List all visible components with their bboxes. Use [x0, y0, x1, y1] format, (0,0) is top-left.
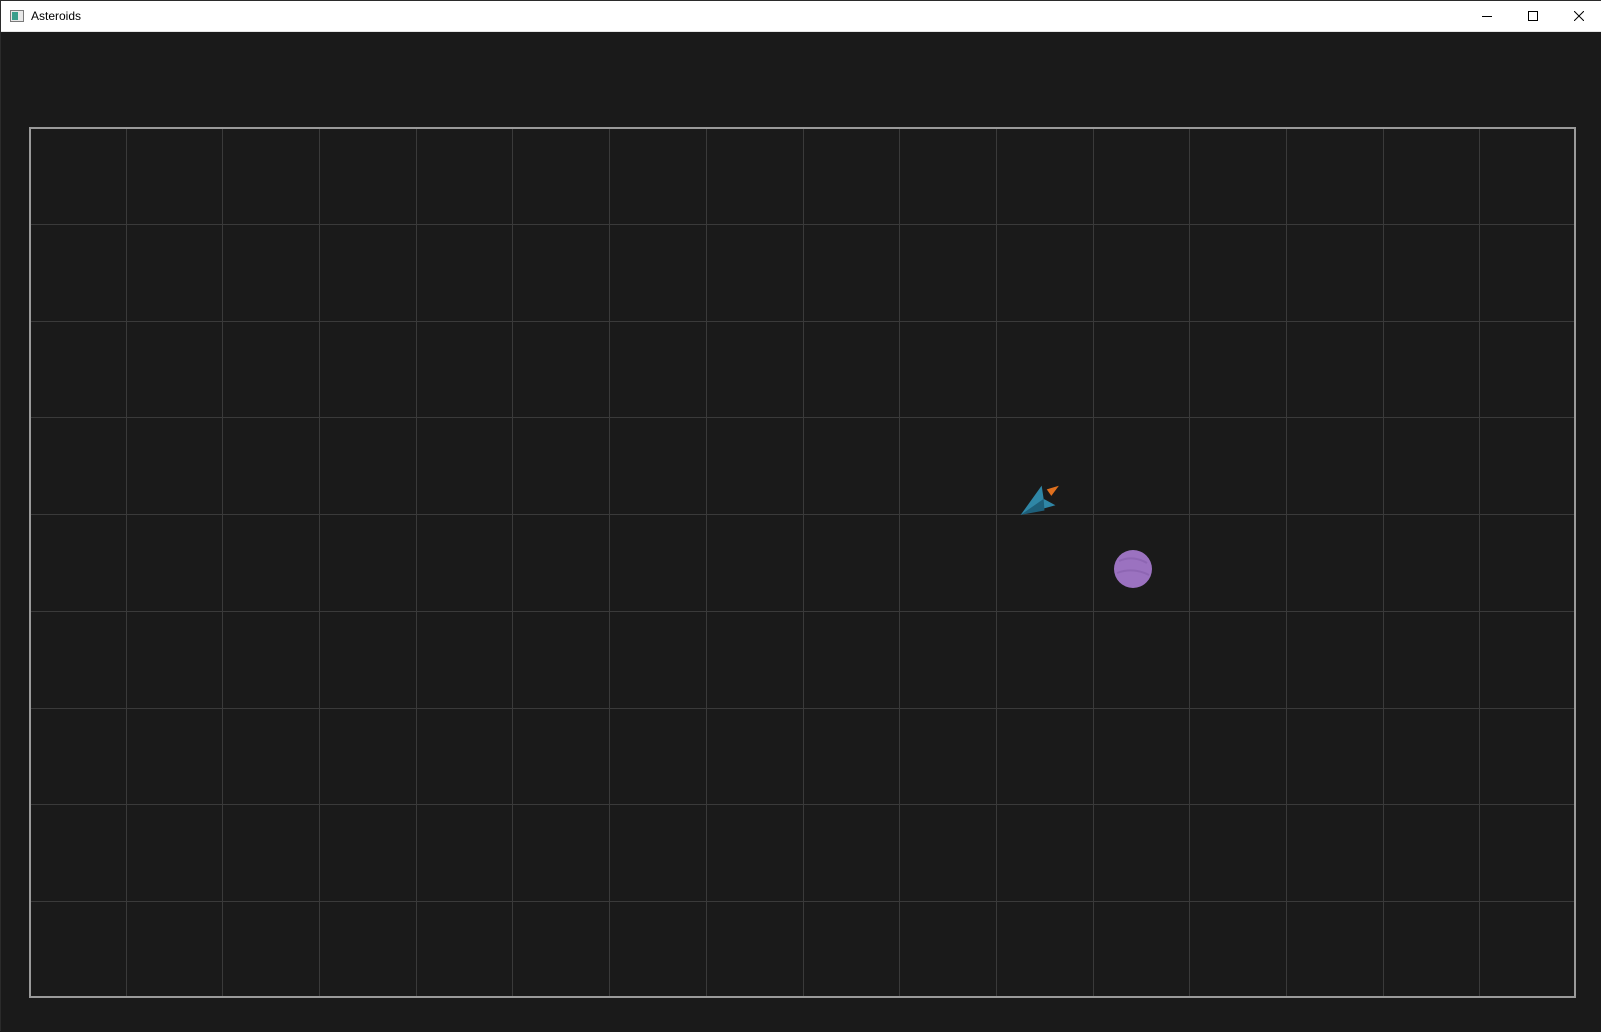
close-button[interactable] [1556, 1, 1601, 31]
maximize-icon [1528, 11, 1538, 21]
app-icon [10, 10, 24, 22]
title-bar[interactable]: Asteroids [1, 1, 1601, 32]
minimize-button[interactable] [1464, 1, 1510, 31]
window-title: Asteroids [31, 9, 82, 23]
playfield[interactable] [29, 127, 1576, 998]
playfield-border [29, 127, 1576, 998]
asteroid-body [1114, 550, 1152, 588]
asteroid-icon [1114, 550, 1152, 588]
minimize-icon [1482, 16, 1492, 17]
grid [29, 127, 1576, 998]
game-canvas[interactable] [1, 32, 1601, 1032]
ship-thruster-flame [1046, 485, 1059, 496]
close-icon [1574, 11, 1584, 21]
playfield-svg [29, 127, 1576, 998]
maximize-button[interactable] [1510, 1, 1556, 31]
game-window: Asteroids [0, 0, 1601, 1032]
spaceship-icon [1020, 485, 1059, 515]
